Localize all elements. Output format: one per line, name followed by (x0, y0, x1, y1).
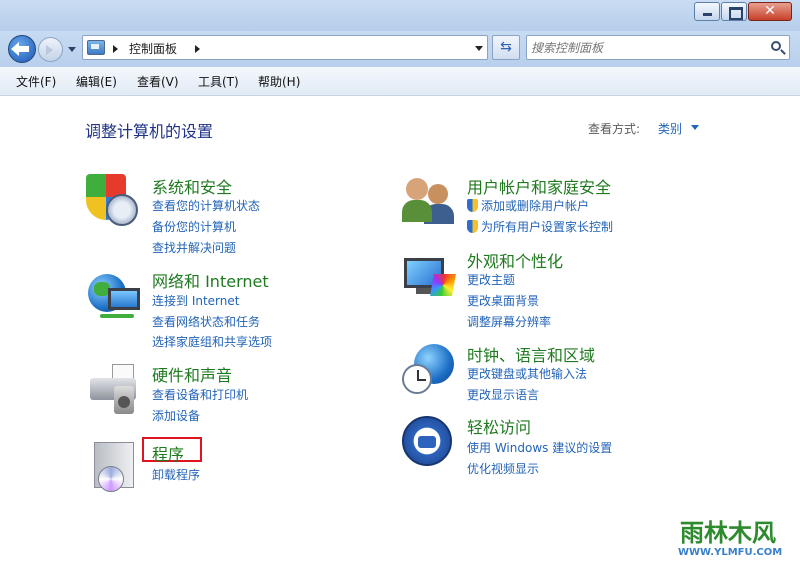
navigation-bar: 控制面板 ⇆ (0, 31, 800, 67)
link-homegroup-sharing[interactable]: 选择家庭组和共享选项 (152, 333, 272, 350)
control-panel-icon (87, 40, 105, 55)
close-icon: ✕ (764, 3, 776, 19)
link-parental-controls-label: 为所有用户设置家长控制 (481, 220, 614, 234)
view-dropdown-arrow-icon[interactable] (691, 125, 699, 134)
maximize-button[interactable] (721, 2, 747, 21)
category-system-security[interactable]: 系统和安全 (152, 174, 232, 198)
link-add-remove-accounts-label: 添加或删除用户帐户 (481, 199, 590, 213)
breadcrumb-arrow-icon[interactable] (113, 45, 122, 53)
view-by-dropdown[interactable]: 类别 (658, 120, 682, 137)
search-icon[interactable] (771, 41, 781, 51)
ease-of-access-icon[interactable] (402, 416, 456, 470)
shield-icon[interactable] (86, 174, 142, 230)
menu-bar: 文件(F) 编辑(E) 查看(V) 工具(T) 帮助(H) (0, 67, 800, 96)
category-appearance[interactable]: 外观和个性化 (467, 248, 563, 272)
category-hardware-sound[interactable]: 硬件和声音 (152, 362, 232, 386)
breadcrumb-arrow-icon[interactable] (195, 45, 204, 53)
menu-view[interactable]: 查看(V) (137, 73, 179, 90)
link-add-device[interactable]: 添加设备 (152, 407, 200, 424)
window-controls: ✕ (693, 2, 792, 21)
link-change-input[interactable]: 更改键盘或其他输入法 (467, 365, 587, 382)
recent-pages-dropdown[interactable] (68, 47, 76, 56)
address-bar[interactable]: 控制面板 (82, 35, 488, 60)
category-network-internet[interactable]: 网络和 Internet (152, 268, 269, 292)
programs-disc-icon[interactable] (92, 442, 138, 496)
menu-help[interactable]: 帮助(H) (258, 73, 300, 90)
minimize-button[interactable] (694, 2, 720, 21)
refresh-icon: ⇆ (500, 39, 512, 55)
menu-file[interactable]: 文件(F) (16, 73, 56, 90)
link-uninstall-program[interactable]: 卸载程序 (152, 466, 200, 483)
address-dropdown-icon[interactable] (475, 46, 483, 55)
watermark-text: 雨林木风 (680, 519, 776, 547)
link-screen-resolution[interactable]: 调整屏幕分辨率 (467, 313, 551, 330)
link-change-theme[interactable]: 更改主题 (467, 271, 515, 288)
uac-shield-icon (467, 220, 478, 233)
search-input[interactable] (531, 39, 761, 56)
category-clock-language[interactable]: 时钟、语言和区域 (467, 342, 595, 366)
link-devices-printers[interactable]: 查看设备和打印机 (152, 386, 248, 403)
link-troubleshoot[interactable]: 查找并解决问题 (152, 239, 236, 256)
watermark-url: WWW.YLMFU.COM (678, 547, 783, 558)
network-globe-icon[interactable] (88, 274, 144, 324)
printer-speaker-icon[interactable] (90, 364, 142, 418)
link-display-language[interactable]: 更改显示语言 (467, 386, 539, 403)
link-view-computer-status[interactable]: 查看您的计算机状态 (152, 197, 260, 214)
content-area: 调整计算机的设置 查看方式: 类别 系统和安全 查看您的计算机状态 备份您的计算… (0, 96, 800, 567)
breadcrumb-control-panel[interactable]: 控制面板 (129, 40, 177, 57)
category-programs[interactable]: 程序 (152, 441, 184, 465)
menu-tools[interactable]: 工具(T) (198, 73, 239, 90)
link-connect-internet[interactable]: 连接到 Internet (152, 292, 239, 309)
refresh-button[interactable]: ⇆ (492, 35, 520, 60)
category-ease-of-access[interactable]: 轻松访问 (467, 414, 531, 438)
back-button[interactable] (8, 35, 36, 63)
page-title: 调整计算机的设置 (85, 122, 214, 141)
link-backup-computer[interactable]: 备份您的计算机 (152, 218, 236, 235)
search-box[interactable] (526, 35, 790, 60)
users-icon[interactable] (402, 178, 458, 226)
clock-globe-icon[interactable] (402, 344, 458, 398)
menu-edit[interactable]: 编辑(E) (76, 73, 117, 90)
view-by-label: 查看方式: (588, 122, 641, 136)
link-parental-controls[interactable]: 为所有用户设置家长控制 (467, 218, 613, 235)
close-button[interactable]: ✕ (748, 2, 792, 21)
link-add-remove-accounts[interactable]: 添加或删除用户帐户 (467, 197, 589, 214)
link-recommended-settings[interactable]: 使用 Windows 建议的设置 (467, 439, 612, 456)
link-network-status[interactable]: 查看网络状态和任务 (152, 313, 260, 330)
title-bar: ✕ (0, 0, 800, 34)
uac-shield-icon (467, 199, 478, 212)
link-optimize-video[interactable]: 优化视频显示 (467, 460, 539, 477)
category-user-accounts[interactable]: 用户帐户和家庭安全 (467, 174, 611, 198)
watermark-logo: 雨林木风 WWW.YLMFU.COM (668, 505, 796, 567)
forward-button[interactable] (38, 37, 63, 62)
monitor-palette-icon[interactable] (404, 256, 456, 300)
link-desktop-background[interactable]: 更改桌面背景 (467, 292, 539, 309)
